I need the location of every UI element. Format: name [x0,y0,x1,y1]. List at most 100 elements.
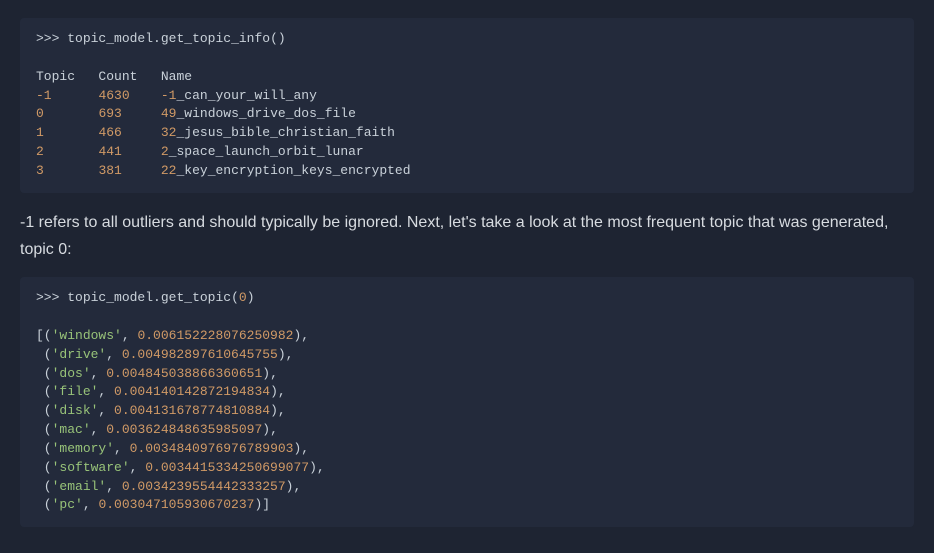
list-open: ( [36,460,52,475]
list-item: ('dos', 0.004845038866360651), [36,366,278,381]
list-item: ('disk', 0.004131678774810884), [36,403,286,418]
cell-topic: 0 [36,106,67,121]
code-object: topic_model [67,31,153,46]
tuple-word: 'drive' [52,347,107,362]
cell-name-prefix: -1 [161,88,177,103]
tuple-end: ), [293,441,309,456]
tuple-value: 0.0034239554442333257 [122,479,286,494]
tuple-end: )] [254,497,270,512]
table-row: 0 693 49_windows_drive_dos_file [36,106,356,121]
list-open: ( [36,347,52,362]
list-item: ('drive', 0.004982897610645755), [36,347,293,362]
list-item: [('windows', 0.006152228076250982), [36,328,309,343]
tuple-value: 0.003624848635985097 [106,422,262,437]
tuple-word: 'pc' [52,497,83,512]
list-item: ('file', 0.004140142872194834), [36,384,286,399]
cell-topic: 3 [36,163,67,178]
list-item: ('mac', 0.003624848635985097), [36,422,278,437]
tuple-value: 0.004131678774810884 [114,403,270,418]
list-item: ('pc', 0.003047105930670237)] [36,497,270,512]
tuple-value: 0.0034840976976789903 [130,441,294,456]
code-object: topic_model [67,290,153,305]
cell-count: 381 [98,163,129,178]
code-open-paren: ( [231,290,239,305]
code-args: () [270,31,286,46]
code-block-get-topic: >>> topic_model.get_topic(0) [('windows'… [20,277,914,527]
code-method: get_topic_info [161,31,270,46]
tuple-word: 'software' [52,460,130,475]
cell-name-prefix: 49 [161,106,177,121]
code-dot: . [153,31,161,46]
tuple-end: ), [293,328,309,343]
tuple-end: ), [270,403,286,418]
col-name: Name [161,69,192,84]
cell-name-text: _jesus_bible_christian_faith [176,125,394,140]
tuple-sep: , [91,422,107,437]
cell-name-prefix: 32 [161,125,177,140]
tuple-sep: , [91,366,107,381]
cell-count: 4630 [98,88,129,103]
cell-name-text: _space_launch_orbit_lunar [169,144,364,159]
cell-topic: -1 [36,88,67,103]
code-block-topic-info: >>> topic_model.get_topic_info() Topic C… [20,18,914,193]
tuple-sep: , [98,403,114,418]
tuple-end: ), [262,366,278,381]
tuple-end: ), [309,460,325,475]
list-open: ( [36,422,52,437]
tuple-word: 'windows' [52,328,122,343]
tuple-sep: , [106,347,122,362]
tuple-value: 0.004982897610645755 [122,347,278,362]
tuple-value: 0.004140142872194834 [114,384,270,399]
explanation-text: -1 refers to all outliers and should typ… [20,209,914,263]
tuple-value: 0.003047105930670237 [98,497,254,512]
tuple-end: ), [262,422,278,437]
cell-count: 441 [98,144,129,159]
cell-topic: 2 [36,144,67,159]
cell-name-text: _windows_drive_dos_file [176,106,355,121]
tuple-end: ), [270,384,286,399]
tuple-value: 0.0034415334250699077 [145,460,309,475]
code-method: get_topic [161,290,231,305]
list-open: ( [36,497,52,512]
code-arg-num: 0 [239,290,247,305]
cell-count: 693 [98,106,129,121]
tuple-sep: , [83,497,99,512]
tuple-sep: , [122,328,138,343]
list-open: ( [36,403,52,418]
repl-prompt: >>> [36,31,67,46]
table-row: 3 381 22_key_encryption_keys_encrypted [36,163,411,178]
table-row: 1 466 32_jesus_bible_christian_faith [36,125,395,140]
tuple-value: 0.004845038866360651 [106,366,262,381]
cell-name-text: _key_encryption_keys_encrypted [176,163,410,178]
tuple-word: 'memory' [52,441,114,456]
table-row: 2 441 2_space_launch_orbit_lunar [36,144,364,159]
table-row: -1 4630 -1_can_your_will_any [36,88,317,103]
cell-name-prefix: 2 [161,144,169,159]
tuple-sep: , [106,479,122,494]
tuple-sep: , [114,441,130,456]
col-topic: Topic [36,69,75,84]
list-open: ( [36,384,52,399]
list-open: [( [36,328,52,343]
tuple-word: 'dos' [52,366,91,381]
list-open: ( [36,441,52,456]
table-body: -1 4630 -1_can_your_will_any 0 693 49_wi… [36,88,411,178]
list-item: ('software', 0.0034415334250699077), [36,460,325,475]
list-open: ( [36,366,52,381]
cell-topic: 1 [36,125,67,140]
tuple-end: ), [286,479,302,494]
code-pre: >>> topic_model.get_topic_info() Topic C… [36,30,898,181]
list-item: ('memory', 0.0034840976976789903), [36,441,309,456]
result-list: [('windows', 0.006152228076250982), ('dr… [36,328,325,513]
col-count: Count [98,69,137,84]
table-header-row: Topic Count Name [36,69,192,84]
list-open: ( [36,479,52,494]
repl-prompt: >>> [36,290,67,305]
code-close-paren: ) [247,290,255,305]
code-pre: >>> topic_model.get_topic(0) [('windows'… [36,289,898,515]
code-dot: . [153,290,161,305]
tuple-sep: , [130,460,146,475]
tuple-word: 'email' [52,479,107,494]
cell-name-text: _can_your_will_any [176,88,316,103]
tuple-value: 0.006152228076250982 [137,328,293,343]
